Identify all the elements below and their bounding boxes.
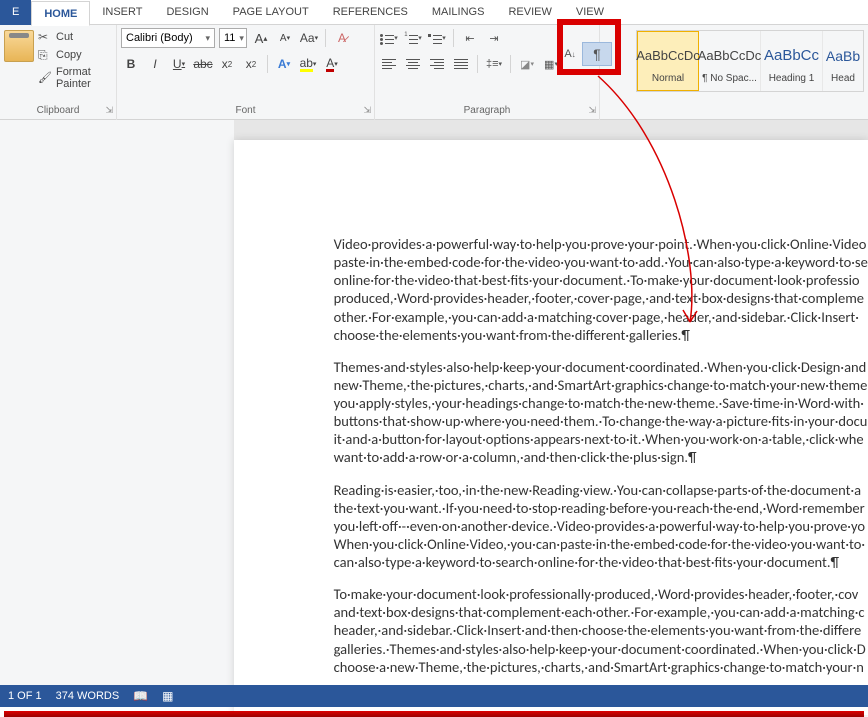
tab-references[interactable]: REFERENCES xyxy=(321,0,420,25)
clipboard-dialog-launcher[interactable]: ⇲ xyxy=(105,105,113,116)
underline-button[interactable]: U▾ xyxy=(169,54,189,74)
change-case-button[interactable]: Aa▾ xyxy=(299,28,319,48)
increase-indent-button[interactable]: ⇥ xyxy=(484,28,504,48)
show-hide-formatting-button[interactable]: ¶ xyxy=(582,42,612,66)
shrink-font-button[interactable]: A▾ xyxy=(275,28,295,48)
copy-button[interactable]: Copy xyxy=(38,48,112,62)
spellcheck-icon[interactable]: 📖 xyxy=(133,689,148,703)
numbering-icon xyxy=(404,33,418,44)
tab-mailings[interactable]: MAILINGS xyxy=(420,0,497,25)
borders-button[interactable]: ▦▾ xyxy=(541,54,561,74)
style-name: Head xyxy=(831,73,855,84)
bottom-accent-bar xyxy=(4,711,864,717)
text-effects-button[interactable]: A▾ xyxy=(274,54,294,74)
paragraph-4[interactable]: To·make·your·document·look·professionall… xyxy=(334,585,868,676)
subscript-button[interactable]: x2 xyxy=(217,54,237,74)
font-color-button[interactable]: A▾ xyxy=(322,54,342,74)
word-count[interactable]: 374 WORDS xyxy=(56,690,120,702)
numbering-button[interactable]: ▾ xyxy=(403,28,423,48)
multilevel-icon xyxy=(428,33,442,44)
font-dialog-launcher[interactable]: ⇲ xyxy=(363,105,371,116)
page-indicator[interactable]: 1 OF 1 xyxy=(8,690,42,702)
justify-button[interactable] xyxy=(451,54,471,74)
document-gutter xyxy=(0,120,234,695)
decrease-indent-button[interactable]: ⇤ xyxy=(460,28,480,48)
separator xyxy=(267,55,268,73)
shading-button[interactable]: ◪▾ xyxy=(517,54,537,74)
style-name: Heading 1 xyxy=(769,73,815,84)
font-size-combo[interactable]: 11 xyxy=(219,28,247,48)
font-size-value: 11 xyxy=(224,32,235,44)
style-name: ¶ No Spac... xyxy=(702,73,757,84)
line-spacing-button[interactable]: ‡≡▾ xyxy=(484,54,504,74)
style-heading2[interactable]: AaBb Head xyxy=(823,31,863,91)
cut-button[interactable]: Cut xyxy=(38,30,112,44)
style-preview: AaBbCcDc xyxy=(636,39,700,73)
paragraph-2[interactable]: Themes·and·styles·also·help·keep·your·do… xyxy=(334,358,868,467)
style-heading1[interactable]: AaBbCc Heading 1 xyxy=(761,31,823,91)
style-normal[interactable]: AaBbCcDc Normal xyxy=(637,31,699,91)
paste-button[interactable] xyxy=(4,30,34,62)
align-center-button[interactable] xyxy=(403,54,423,74)
align-right-button[interactable] xyxy=(427,54,447,74)
paragraph-3[interactable]: Reading·is·easier,·too,·in·the·new·Readi… xyxy=(334,481,868,572)
style-preview: AaBbCc xyxy=(764,39,819,73)
multilevel-list-button[interactable]: ▾ xyxy=(427,28,447,48)
superscript-button[interactable]: x2 xyxy=(241,54,261,74)
clear-formatting-button[interactable]: A̷ xyxy=(332,28,352,48)
copy-label: Copy xyxy=(56,49,82,61)
justify-icon xyxy=(454,59,468,70)
align-center-icon xyxy=(406,59,420,70)
align-right-icon xyxy=(430,59,444,70)
separator xyxy=(510,55,511,73)
tab-pagelayout[interactable]: PAGE LAYOUT xyxy=(221,0,321,25)
align-left-icon xyxy=(382,59,396,70)
font-name-value: Calibri (Body) xyxy=(126,32,193,44)
tab-review[interactable]: REVIEW xyxy=(496,0,563,25)
tab-design[interactable]: DESIGN xyxy=(154,0,220,25)
chevron-down-icon xyxy=(235,32,244,44)
file-tab[interactable]: E xyxy=(0,0,31,25)
paragraph-dialog-launcher[interactable]: ⇲ xyxy=(588,105,596,116)
sort-button[interactable]: A↓ xyxy=(560,42,580,66)
bullets-button[interactable]: ▾ xyxy=(379,28,399,48)
bold-button[interactable]: B xyxy=(121,54,141,74)
document-area: Video·provides·a·powerful·way·to·help·yo… xyxy=(0,120,868,695)
clipboard-group-label: Clipboard xyxy=(37,105,80,116)
status-bar: 1 OF 1 374 WORDS 📖 ▦ xyxy=(0,685,868,707)
format-painter-label: Format Painter xyxy=(56,66,112,90)
tab-home[interactable]: HOME xyxy=(31,1,90,26)
separator xyxy=(477,55,478,73)
strikethrough-button[interactable]: abc xyxy=(193,54,213,74)
format-painter-button[interactable]: Format Painter xyxy=(38,66,112,90)
brush-icon xyxy=(38,71,52,85)
macro-icon[interactable]: ▦ xyxy=(162,689,173,703)
copy-icon xyxy=(38,48,52,62)
tab-view[interactable]: VIEW xyxy=(564,0,616,25)
font-group-label: Font xyxy=(235,105,255,116)
font-name-combo[interactable]: Calibri (Body) xyxy=(121,28,215,48)
style-preview: AaBb xyxy=(826,39,860,73)
chevron-down-icon xyxy=(201,32,210,44)
style-no-spacing[interactable]: AaBbCcDc ¶ No Spac... xyxy=(699,31,761,91)
styles-gallery[interactable]: AaBbCcDc Normal AaBbCcDc ¶ No Spac... Aa… xyxy=(636,30,864,92)
separator xyxy=(325,29,326,47)
paragraph-1[interactable]: Video·provides·a·powerful·way·to·help·yo… xyxy=(334,235,868,344)
tab-insert[interactable]: INSERT xyxy=(90,0,154,25)
bullets-icon xyxy=(380,33,394,44)
style-preview: AaBbCcDc xyxy=(698,39,762,73)
italic-button[interactable]: I xyxy=(145,54,165,74)
style-name: Normal xyxy=(652,73,684,84)
grow-font-button[interactable]: A▴ xyxy=(251,28,271,48)
paragraph-group-label: Paragraph xyxy=(464,105,511,116)
separator xyxy=(453,29,454,47)
scissors-icon xyxy=(38,30,52,44)
align-left-button[interactable] xyxy=(379,54,399,74)
cut-label: Cut xyxy=(56,31,73,43)
document-page[interactable]: Video·provides·a·powerful·way·to·help·yo… xyxy=(234,140,868,715)
highlight-button[interactable]: ab▾ xyxy=(298,54,318,74)
document-content[interactable]: Video·provides·a·powerful·way·to·help·yo… xyxy=(234,140,868,676)
